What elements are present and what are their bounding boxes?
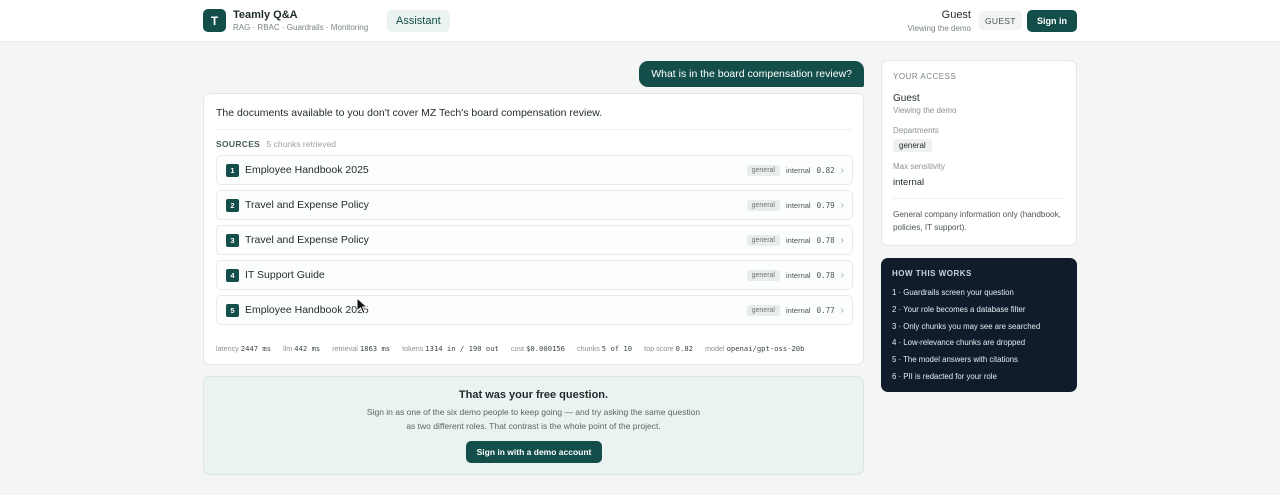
answer-text: The documents available to you don't cov… [216,107,603,119]
relevance-score: 0.82 [816,166,835,175]
source-title: Travel and Expense Policy [245,234,369,246]
divider [893,198,1065,199]
source-item[interactable]: 3 Travel and Expense Policy general inte… [216,225,853,255]
access-card: YOUR ACCESS Guest Viewing the demo Depar… [881,60,1077,246]
stat-label: retrieval [332,344,358,353]
stat-label: llm [283,344,293,353]
departments-label: Departments [893,126,939,135]
relevance-score: 0.78 [816,236,835,245]
sources-label: SOURCES [216,139,261,149]
stat-label: model [704,344,725,353]
how-step: 3 · Only chunks you may see are searched [892,321,1041,331]
app-subtitle: RAG · RBAC · Guardrails · Monitoring [233,23,369,32]
how-step: 5 · The model answers with citations [892,355,1018,365]
chevron-right-icon[interactable]: › [841,235,844,246]
sensitivity-label: internal [785,236,811,245]
department-tag: general [746,200,780,211]
source-item[interactable]: 1 Employee Handbook 2025 general interna… [216,155,853,185]
access-heading: YOUR ACCESS [893,72,957,81]
source-number: 3 [226,234,239,247]
free-question-title: That was your free question. [458,389,609,401]
access-name: Guest [893,93,920,104]
retrieval-value: 1863 ms [359,344,391,353]
demo-signin-button[interactable]: Sign in with a demo account [466,441,602,463]
how-step: 1 · Guardrails screen your question [892,288,1014,297]
top-score-value: 0.82 [675,344,693,353]
source-number: 4 [226,269,239,282]
llm-value: 442 ms [294,344,321,353]
how-steps-list: 1 · Guardrails screen your question 2 · … [892,287,1040,388]
chevron-right-icon[interactable]: › [841,305,844,316]
sources-header: SOURCES 5 chunks retrieved [216,139,336,149]
how-heading: HOW THIS WORKS [892,269,972,278]
how-it-works-card: HOW THIS WORKS 1 · Guardrails screen you… [881,258,1077,392]
sign-in-button[interactable]: Sign in [1027,10,1077,32]
source-number: 2 [226,199,239,212]
sensitivity-label: internal [785,201,811,210]
sources-count: 5 chunks retrieved [266,139,336,149]
app-logo: T [203,9,226,32]
source-number: 1 [226,164,239,177]
department-tag: general [746,235,780,246]
stat-label: latency [216,344,239,353]
department-tag: general [746,165,780,176]
how-step: 4 · Low-relevance chunks are dropped [892,338,1026,348]
user-question-bubble: What is in the board compensation review… [639,61,864,87]
department-tag: general [893,139,932,152]
model-value: openai/gpt-oss-20b [726,344,805,353]
department-tag: general [746,305,780,316]
access-description: General company information only (handbo… [893,210,1061,232]
max-sensitivity-value: internal [893,177,925,188]
chevron-right-icon[interactable]: › [841,200,844,211]
source-title: IT Support Guide [245,269,325,281]
how-step: 2 · Your role becomes a database filter [892,304,1026,314]
source-list: 1 Employee Handbook 2025 general interna… [216,155,853,330]
source-item[interactable]: 5 Employee Handbook 2025 general interna… [216,295,853,325]
relevance-score: 0.79 [816,201,835,210]
relevance-score: 0.78 [816,271,835,280]
stat-label: top score [644,344,674,353]
divider [216,129,851,130]
source-item[interactable]: 4 IT Support Guide general internal 0.78… [216,260,853,290]
source-title: Travel and Expense Policy [245,199,369,211]
access-subtitle: Viewing the demo [893,106,957,115]
stat-label: tokens [402,344,424,353]
max-sensitivity-label: Max sensitivity [893,162,946,171]
cost-value: $0.000156 [526,344,566,353]
stat-label: chunks [577,344,600,353]
free-question-card: That was your free question. Sign in as … [203,376,864,475]
relevance-score: 0.77 [816,306,835,315]
tokens-value: 1314 in / 190 out [425,344,499,353]
app-title: Teamly Q&A [233,9,298,21]
source-title: Employee Handbook 2025 [245,164,369,176]
mouse-cursor-icon [356,297,369,315]
answer-card: The documents available to you don't cov… [203,93,864,365]
role-badge: GUEST [979,11,1022,30]
user-subtitle: Viewing the demo [907,24,971,33]
source-number: 5 [226,304,239,317]
source-title: Employee Handbook 2025 [245,304,369,316]
latency-value: 2447 ms [240,344,272,353]
department-tag: general [746,270,780,281]
top-header: T Teamly Q&A RAG · RBAC · Guardrails · M… [0,0,1280,42]
free-question-body: Sign in as one of the six demo people to… [366,407,701,431]
chunks-value: 5 of 10 [601,344,633,353]
sensitivity-label: internal [785,166,811,175]
sensitivity-label: internal [785,271,811,280]
sensitivity-label: internal [785,306,811,315]
stat-label: cost [510,344,525,353]
tab-assistant[interactable]: Assistant [387,10,450,32]
chevron-right-icon[interactable]: › [841,270,844,281]
response-stats: latency 2447 ms llm 442 ms retrieval 186… [216,344,814,353]
how-step: 6 · PII is redacted for your role [892,371,997,381]
chevron-right-icon[interactable]: › [841,165,844,176]
user-name: Guest [941,9,971,21]
source-item[interactable]: 2 Travel and Expense Policy general inte… [216,190,853,220]
